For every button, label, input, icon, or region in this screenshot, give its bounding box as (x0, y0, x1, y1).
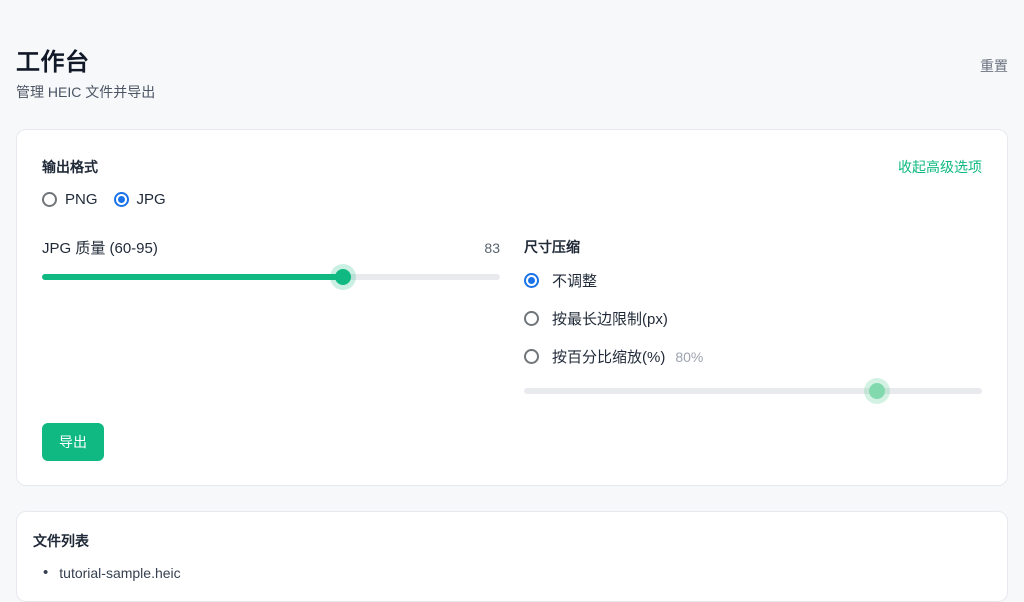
page-subtitle: 管理 HEIC 文件并导出 (16, 82, 155, 102)
jpg-quality-value: 83 (484, 240, 500, 256)
settings-card: 输出格式 收起高级选项 PNG JPG JPG 质量 (60-95) 83 尺寸压… (16, 129, 1008, 486)
page: 工作台 管理 HEIC 文件并导出 重置 输出格式 收起高级选项 PNG JPG … (0, 0, 1024, 602)
size-compression-label: 尺寸压缩 (524, 239, 580, 255)
file-list-item: • tutorial-sample.heic (33, 564, 991, 581)
export-button[interactable]: 导出 (42, 423, 104, 461)
jpg-quality-label: JPG 质量 (60-95) (42, 237, 158, 258)
radio-unselected-icon[interactable] (524, 349, 539, 364)
page-header: 工作台 管理 HEIC 文件并导出 重置 (16, 42, 1008, 102)
file-list: • tutorial-sample.heic (33, 564, 991, 581)
size-compression-column: 尺寸压缩 不调整按最长边限制(px) 按百分比缩放(%) 80% (524, 237, 982, 399)
jpg-quality-slider-fill (42, 274, 343, 280)
file-name: tutorial-sample.heic (59, 565, 180, 581)
file-list-card: 文件列表 • tutorial-sample.heic (16, 511, 1008, 602)
reset-button[interactable]: 重置 (980, 56, 1008, 76)
file-list-title: 文件列表 (33, 531, 991, 551)
page-header-text: 工作台 管理 HEIC 文件并导出 (16, 42, 155, 102)
radio-selected-icon[interactable] (114, 192, 129, 207)
size-compression-option-label: 不调整 (552, 270, 597, 291)
radio-selected-icon[interactable] (524, 273, 539, 288)
jpg-quality-slider[interactable] (42, 269, 500, 285)
output-format-label: 输出格式 (42, 157, 98, 177)
output-format-option[interactable]: JPG (114, 191, 166, 208)
size-compression-option[interactable]: 按百分比缩放(%) 80% (524, 346, 982, 367)
output-format-option-label: JPG (137, 191, 166, 208)
radio-unselected-icon[interactable] (524, 311, 539, 326)
settings-grid: JPG 质量 (60-95) 83 尺寸压缩 不调整按最长边限制(px) 按百分比… (42, 237, 982, 399)
size-compression-options: 不调整按最长边限制(px) 按百分比缩放(%) 80% (524, 270, 982, 367)
radio-unselected-icon[interactable] (42, 192, 57, 207)
percent-scale-slider-track (524, 388, 982, 394)
output-format-option-label: PNG (65, 191, 98, 208)
settings-card-header: 输出格式 收起高级选项 (42, 157, 982, 177)
output-format-option[interactable]: PNG (42, 191, 98, 208)
bullet-icon: • (43, 564, 48, 581)
percent-scale-slider[interactable] (524, 383, 982, 399)
size-compression-option-label: 按最长边限制(px) (552, 308, 668, 329)
jpg-quality-slider-thumb[interactable] (335, 269, 351, 285)
jpg-quality-column: JPG 质量 (60-95) 83 (42, 237, 500, 399)
size-compression-option-label: 按百分比缩放(%) (552, 346, 665, 367)
page-title: 工作台 (16, 42, 155, 77)
size-compression-option-value: 80% (675, 349, 703, 365)
size-compression-option[interactable]: 不调整 (524, 270, 982, 291)
advanced-toggle-link[interactable]: 收起高级选项 (898, 157, 982, 177)
size-compression-option[interactable]: 按最长边限制(px) (524, 308, 982, 329)
jpg-quality-row: JPG 质量 (60-95) 83 (42, 237, 500, 258)
output-format-options: PNG JPG (42, 191, 982, 208)
percent-scale-slider-thumb[interactable] (869, 383, 885, 399)
